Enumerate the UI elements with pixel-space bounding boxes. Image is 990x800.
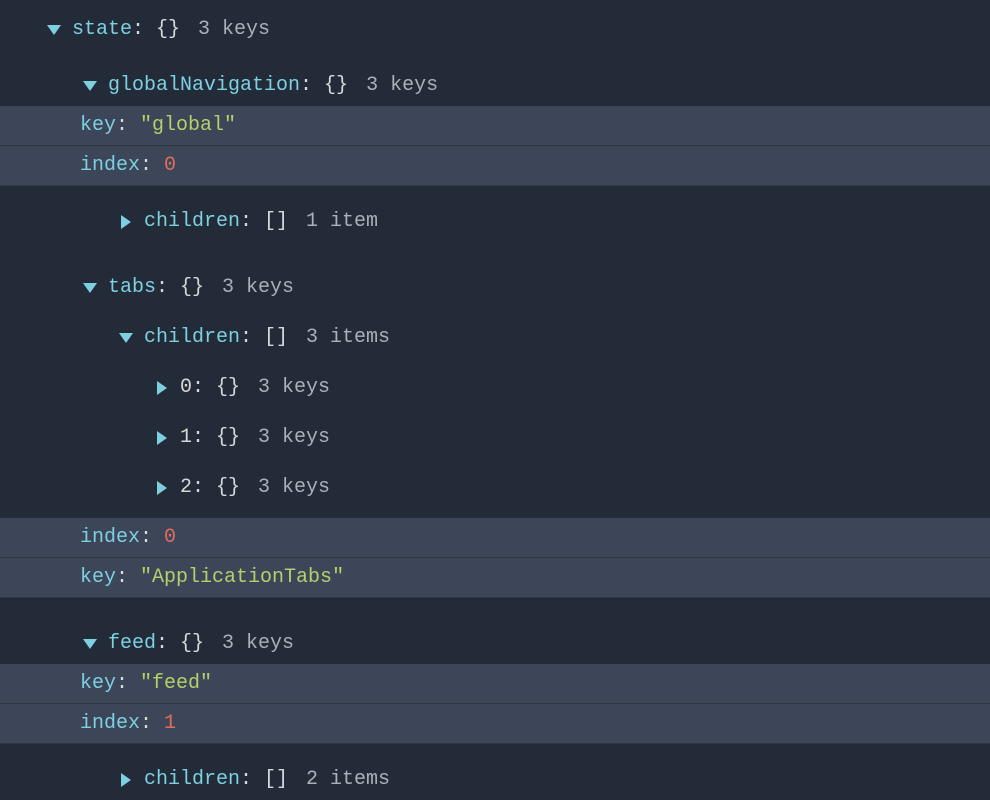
key-label: children [144,770,240,790]
caret-down-icon[interactable] [72,81,108,91]
index-label: 0 [180,378,192,398]
meta: 3 keys [258,378,330,398]
brace: [] [264,212,288,232]
key-label: children [144,212,240,232]
caret-right-icon[interactable] [108,215,144,229]
meta: 3 items [306,328,390,348]
tree-row-tabs-child-0[interactable]: 0: {} 3 keys [0,368,990,408]
tree-row-globalnavigation[interactable]: globalNavigation: {} 3 keys [0,66,990,106]
tree-row-feed-children[interactable]: children: [] 2 items [0,760,990,800]
value-number: 0 [164,156,176,176]
tree-row-tabs-key[interactable]: key: "ApplicationTabs" [0,558,990,598]
meta: 3 keys [258,428,330,448]
tree-row-tabs[interactable]: tabs: {} 3 keys [0,268,990,308]
caret-down-icon[interactable] [36,25,72,35]
key-label: children [144,328,240,348]
key-label: globalNavigation [108,76,300,96]
tree-row-children[interactable]: children: [] 1 item [0,202,990,242]
caret-right-icon[interactable] [144,381,180,395]
meta: 2 items [306,770,390,790]
value-string: "global" [140,116,236,136]
index-label: 1 [180,428,192,448]
key-label: feed [108,634,156,654]
brace: {} [216,428,240,448]
brace: [] [264,770,288,790]
meta: 3 keys [366,76,438,96]
caret-right-icon[interactable] [108,773,144,787]
key-label: tabs [108,278,156,298]
index-label: 2 [180,478,192,498]
key-label: index [80,528,140,548]
brace: {} [324,76,348,96]
caret-down-icon[interactable] [108,333,144,343]
meta: 3 keys [258,478,330,498]
tree-row-index[interactable]: index: 0 [0,146,990,186]
brace: {} [180,278,204,298]
key-label: key [80,116,116,136]
key-label: state [72,20,132,40]
meta: 3 keys [198,20,270,40]
value-number: 0 [164,528,176,548]
caret-right-icon[interactable] [144,481,180,495]
caret-down-icon[interactable] [72,639,108,649]
key-label: key [80,568,116,588]
value-number: 1 [164,714,176,734]
brace: {} [216,478,240,498]
meta: 1 item [306,212,378,232]
caret-right-icon[interactable] [144,431,180,445]
meta: 3 keys [222,634,294,654]
tree-row-tabs-index[interactable]: index: 0 [0,518,990,558]
tree-row-feed[interactable]: feed: {} 3 keys [0,624,990,664]
meta: 3 keys [222,278,294,298]
brace: {} [180,634,204,654]
tree-row-tabs-child-2[interactable]: 2: {} 3 keys [0,468,990,508]
key-label: index [80,156,140,176]
caret-down-icon[interactable] [72,283,108,293]
tree-row-feed-key[interactable]: key: "feed" [0,664,990,704]
tree-row-tabs-child-1[interactable]: 1: {} 3 keys [0,418,990,458]
tree-row-key[interactable]: key: "global" [0,106,990,146]
value-string: "feed" [140,674,212,694]
key-label: key [80,674,116,694]
brace: {} [156,20,180,40]
brace: {} [216,378,240,398]
tree-row-feed-index[interactable]: index: 1 [0,704,990,744]
key-label: index [80,714,140,734]
tree-row-state[interactable]: state: {} 3 keys [0,10,990,50]
value-string: "ApplicationTabs" [140,568,344,588]
tree-row-tabs-children[interactable]: children: [] 3 items [0,318,990,358]
brace: [] [264,328,288,348]
